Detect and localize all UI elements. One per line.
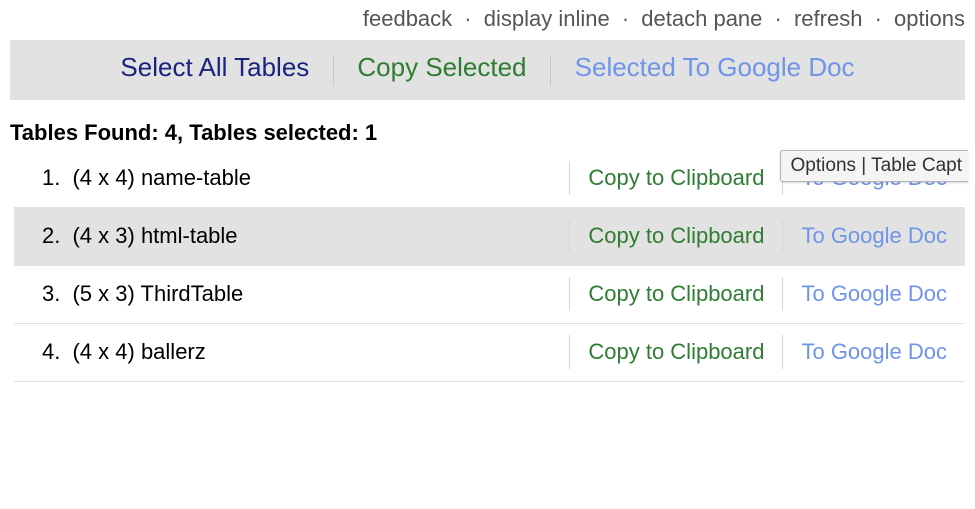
to-google-doc-button[interactable]: To Google Doc bbox=[783, 325, 965, 379]
row-actions: Copy to Clipboard To Google Doc bbox=[569, 325, 965, 379]
detach-pane-link[interactable]: detach pane bbox=[641, 6, 762, 31]
table-row-label: 1. (4 x 4) name-table bbox=[14, 151, 569, 205]
tables-list: 1. (4 x 4) name-table Copy to Clipboard … bbox=[0, 150, 975, 382]
action-bar-divider bbox=[550, 56, 551, 86]
row-name: (4 x 4) ballerz bbox=[72, 339, 205, 364]
options-link[interactable]: options bbox=[894, 6, 965, 31]
row-name: (5 x 3) ThirdTable bbox=[72, 281, 243, 306]
dot-separator: · bbox=[616, 6, 635, 31]
dot-separator: · bbox=[769, 6, 788, 31]
selected-to-google-doc-button[interactable]: Selected To Google Doc bbox=[557, 52, 873, 83]
table-row-label: 3. (5 x 3) ThirdTable bbox=[14, 267, 569, 321]
table-row[interactable]: 2. (4 x 3) html-table Copy to Clipboard … bbox=[14, 208, 965, 266]
to-google-doc-button[interactable]: To Google Doc bbox=[783, 209, 965, 263]
row-actions: Copy to Clipboard To Google Doc bbox=[569, 209, 965, 263]
top-links-bar: feedback · display inline · detach pane … bbox=[0, 0, 975, 40]
select-all-tables-button[interactable]: Select All Tables bbox=[102, 52, 327, 83]
row-number: 1. bbox=[42, 165, 60, 190]
dot-separator: · bbox=[869, 6, 888, 31]
tables-status-text: Tables Found: 4, Tables selected: 1 bbox=[0, 118, 975, 150]
table-row[interactable]: 4. (4 x 4) ballerz Copy to Clipboard To … bbox=[14, 324, 965, 382]
copy-to-clipboard-button[interactable]: Copy to Clipboard bbox=[570, 151, 782, 205]
display-inline-link[interactable]: display inline bbox=[484, 6, 610, 31]
table-row-label: 2. (4 x 3) html-table bbox=[14, 209, 569, 263]
action-bar-divider bbox=[333, 56, 334, 86]
to-google-doc-button[interactable]: To Google Doc bbox=[783, 267, 965, 321]
table-row-label: 4. (4 x 4) ballerz bbox=[14, 325, 569, 379]
row-number: 3. bbox=[42, 281, 60, 306]
copy-selected-button[interactable]: Copy Selected bbox=[339, 52, 544, 83]
copy-to-clipboard-button[interactable]: Copy to Clipboard bbox=[570, 267, 782, 321]
table-row[interactable]: 1. (4 x 4) name-table Copy to Clipboard … bbox=[14, 150, 965, 208]
feedback-link[interactable]: feedback bbox=[363, 6, 452, 31]
row-name: (4 x 3) html-table bbox=[72, 223, 237, 248]
options-tooltip: Options | Table Capt bbox=[780, 150, 968, 182]
table-row[interactable]: 3. (5 x 3) ThirdTable Copy to Clipboard … bbox=[14, 266, 965, 324]
action-bar: Select All Tables Copy Selected Selected… bbox=[10, 40, 965, 100]
refresh-link[interactable]: refresh bbox=[794, 6, 862, 31]
row-name: (4 x 4) name-table bbox=[72, 165, 251, 190]
dot-separator: · bbox=[458, 6, 477, 31]
row-actions: Copy to Clipboard To Google Doc bbox=[569, 267, 965, 321]
row-number: 4. bbox=[42, 339, 60, 364]
copy-to-clipboard-button[interactable]: Copy to Clipboard bbox=[570, 325, 782, 379]
row-number: 2. bbox=[42, 223, 60, 248]
copy-to-clipboard-button[interactable]: Copy to Clipboard bbox=[570, 209, 782, 263]
